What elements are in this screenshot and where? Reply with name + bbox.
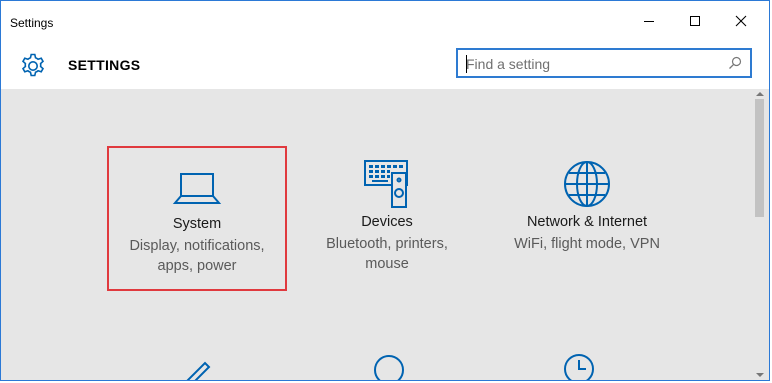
title-bar[interactable]: Settings — [1, 1, 769, 41]
time-language-icon[interactable] — [562, 352, 596, 381]
search-input[interactable] — [466, 54, 706, 74]
personalisation-icon[interactable] — [161, 354, 211, 381]
close-icon — [735, 15, 747, 27]
window-title: Settings — [10, 16, 54, 30]
tile-system[interactable]: System Display, notifications, apps, pow… — [107, 146, 287, 291]
tile-network-internet[interactable]: Network & Internet WiFi, flight mode, VP… — [497, 146, 677, 291]
search-box[interactable] — [456, 48, 752, 78]
globe-icon — [564, 161, 610, 207]
minimize-icon — [644, 21, 654, 22]
accounts-icon[interactable] — [369, 354, 409, 381]
settings-category-grid: System Display, notifications, apps, pow… — [1, 89, 751, 380]
tile-title: Devices — [361, 214, 413, 230]
settings-header: SETTINGS — [1, 41, 769, 89]
scroll-down-arrow-icon[interactable] — [756, 372, 764, 378]
tile-title: Network & Internet — [526, 214, 648, 230]
scroll-up-arrow-icon[interactable] — [756, 91, 764, 97]
tile-title: System — [172, 216, 222, 232]
search-icon[interactable] — [728, 56, 742, 70]
tile-devices[interactable]: Devices Bluetooth, printers, mouse — [297, 146, 477, 291]
page-title: SETTINGS — [68, 57, 141, 73]
settings-window: Settings SETTINGS Find a setting System … — [0, 0, 770, 381]
tile-description: Bluetooth, printers, mouse — [297, 234, 477, 274]
laptop-icon — [172, 173, 222, 204]
maximize-icon — [690, 16, 700, 26]
devices-icon — [364, 160, 408, 208]
maximize-button[interactable] — [672, 1, 718, 41]
tile-description-line: mouse — [365, 256, 409, 272]
close-button[interactable] — [718, 1, 764, 41]
minimize-button[interactable] — [626, 1, 672, 41]
vertical-scrollbar[interactable] — [751, 89, 769, 380]
gear-icon — [21, 53, 45, 77]
tile-description-line: WiFi, flight mode, VPN — [514, 236, 660, 252]
tile-description-line: Bluetooth, printers, — [326, 236, 448, 252]
scrollbar-thumb[interactable] — [755, 99, 764, 217]
tile-description-line: Display, notifications, — [129, 238, 265, 254]
tile-description-line: apps, power — [157, 258, 237, 274]
tile-description: Display, notifications, apps, power — [109, 236, 285, 276]
tile-description: WiFi, flight mode, VPN — [497, 234, 677, 254]
